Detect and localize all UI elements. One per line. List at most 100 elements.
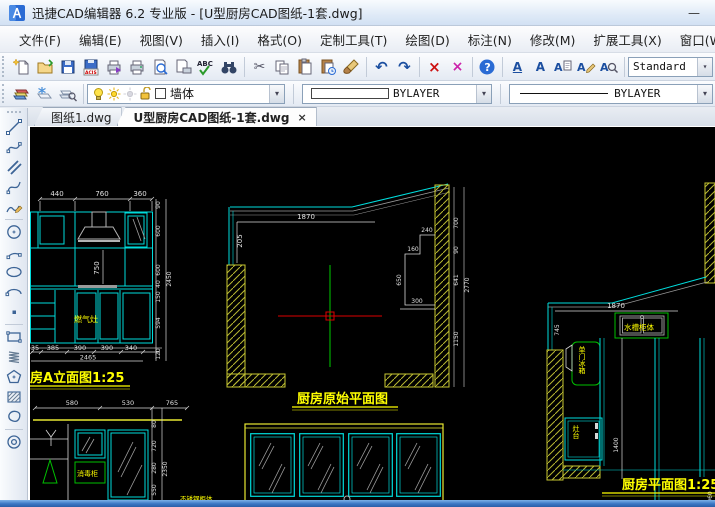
dim-text: 650: [396, 274, 403, 286]
menu-window[interactable]: 窗口(W): [671, 26, 715, 53]
dim-text: 2450: [166, 271, 173, 286]
menu-express-tools[interactable]: 扩展工具(X): [584, 26, 670, 53]
format-painter-button[interactable]: [340, 56, 363, 78]
layer-unlock-icon: [140, 86, 151, 99]
color-combo[interactable]: BYLAYER ▾: [301, 83, 493, 104]
tool-circle[interactable]: [3, 222, 25, 242]
tool-ellipse-arc[interactable]: [3, 282, 25, 302]
layer-combo-arrow[interactable]: ▾: [268, 84, 284, 103]
hatch-icon: [6, 391, 21, 403]
dim-text: 385: [47, 344, 59, 352]
color-value: BYLAYER: [392, 87, 440, 100]
tool-polyline[interactable]: [3, 137, 25, 157]
paste-button[interactable]: [294, 56, 317, 78]
dim-text: 765: [166, 399, 178, 407]
tool-polygon[interactable]: [3, 367, 25, 387]
new-button[interactable]: [11, 56, 34, 78]
tool-multiline[interactable]: [3, 157, 25, 177]
quick-print-icon: [130, 60, 144, 74]
text-underline-icon: A: [512, 59, 523, 74]
tool-point[interactable]: [3, 302, 25, 322]
elevation-a-drawing: 440 760 360 750 燃气灶 35 385 390 390 340 2…: [30, 190, 173, 390]
tool-arc[interactable]: [3, 242, 25, 262]
copy-button[interactable]: [271, 56, 294, 78]
menu-dimension[interactable]: 标注(N): [459, 26, 521, 53]
save-button[interactable]: [57, 56, 80, 78]
crosshair-cursor: [278, 265, 382, 367]
toolbar-separator: [418, 56, 420, 77]
layer-states-button[interactable]: [34, 83, 57, 105]
help-button[interactable]: ?: [476, 56, 499, 78]
tool-sketch[interactable]: [3, 197, 25, 217]
tool-revision-cloud[interactable]: [3, 347, 25, 367]
sink-label: 水槽柜体: [624, 322, 654, 332]
undo-button[interactable]: ↶: [370, 56, 393, 78]
menu-draw[interactable]: 绘图(D): [396, 26, 458, 53]
elevation-a-title: 厨房A立面图1:25: [30, 370, 124, 386]
dim-text: 1870: [297, 213, 315, 221]
tool-region[interactable]: [3, 407, 25, 427]
text-style-button[interactable]: A: [529, 56, 552, 78]
print-preview-button[interactable]: [149, 56, 172, 78]
abc-label: ABC: [197, 60, 213, 68]
tool-spline[interactable]: [3, 177, 25, 197]
minimize-button[interactable]: —: [681, 6, 707, 20]
menu-custom-tools[interactable]: 定制工具(T): [311, 26, 396, 53]
tool-rectangle[interactable]: [3, 327, 25, 347]
tool-hatch[interactable]: [3, 387, 25, 407]
text-find-button[interactable]: A: [598, 56, 621, 78]
cut-button[interactable]: ✂: [248, 56, 271, 78]
text-annotate-button[interactable]: A: [552, 56, 575, 78]
purge-button[interactable]: ×: [446, 56, 469, 78]
menu-view[interactable]: 视图(V): [131, 26, 192, 53]
polygon-icon: [6, 369, 21, 384]
toolbar-grip[interactable]: [2, 84, 9, 103]
find-button[interactable]: [218, 56, 241, 78]
toolbar-separator: [471, 56, 473, 77]
tab-close-icon[interactable]: ×: [297, 111, 306, 124]
text-find-icon: A: [600, 61, 619, 74]
linetype-combo-arrow[interactable]: ▾: [697, 84, 713, 103]
layer-preview-button[interactable]: [57, 83, 80, 105]
title-bar: 迅捷CAD编辑器 6.2 专业版 - [U型厨房CAD图纸-1套.dwg] —: [0, 0, 715, 26]
linetype-combo[interactable]: BYLAYER ▾: [509, 83, 714, 104]
svg-text:A: A: [554, 61, 563, 74]
dim-text: 1400: [613, 437, 620, 452]
page-setup-button[interactable]: [172, 56, 195, 78]
menu-modify[interactable]: 修改(M): [521, 26, 585, 53]
plan-new-title: 厨房平面图1:25: [622, 477, 715, 493]
erase-button[interactable]: ×: [423, 56, 446, 78]
cabinet-door: [250, 433, 295, 497]
svg-text:A: A: [577, 61, 586, 74]
layer-properties-button[interactable]: [11, 83, 34, 105]
print-button[interactable]: [103, 56, 126, 78]
tool-donut[interactable]: [3, 432, 25, 452]
tool-ellipse[interactable]: [3, 262, 25, 282]
redo-button[interactable]: ↷: [393, 56, 416, 78]
save-as-button[interactable]: ACIS: [80, 56, 103, 78]
color-combo-arrow[interactable]: ▾: [476, 84, 492, 103]
text-edit-button[interactable]: A: [575, 56, 598, 78]
tab-drawing1[interactable]: 图纸1.dwg: [34, 107, 122, 126]
menu-edit[interactable]: 编辑(E): [70, 26, 131, 53]
spell-check-button[interactable]: ABC: [195, 56, 218, 78]
menu-bar: 文件(F) 编辑(E) 视图(V) 插入(I) 格式(O) 定制工具(T) 绘图…: [0, 26, 715, 53]
svg-text:A: A: [600, 61, 609, 74]
menu-file[interactable]: 文件(F): [10, 26, 70, 53]
text-style-combo[interactable]: Standard ▾: [627, 56, 713, 77]
menu-format[interactable]: 格式(O): [248, 26, 311, 53]
quick-print-button[interactable]: [126, 56, 149, 78]
plan-original-drawing: 1870 205 240 160 650 300 700 90 641 1150…: [226, 183, 471, 411]
layer-combo[interactable]: 墙体 ▾: [86, 83, 285, 104]
text-underline-button[interactable]: A: [506, 56, 529, 78]
chevron-down-icon[interactable]: ▾: [697, 57, 712, 76]
toolbar-grip[interactable]: [2, 56, 9, 77]
tool-line[interactable]: [3, 117, 25, 137]
tab-u-kitchen[interactable]: U型厨房CAD图纸-1套.dwg ×: [116, 107, 317, 126]
menu-insert[interactable]: 插入(I): [192, 26, 248, 53]
drawing-canvas[interactable]: 440 760 360 750 燃气灶 35 385 390 390 340 2…: [30, 127, 715, 500]
dim-text: 720: [151, 440, 158, 452]
open-button[interactable]: [34, 56, 57, 78]
paste-special-button[interactable]: [317, 56, 340, 78]
dim-text: 40: [155, 280, 162, 288]
